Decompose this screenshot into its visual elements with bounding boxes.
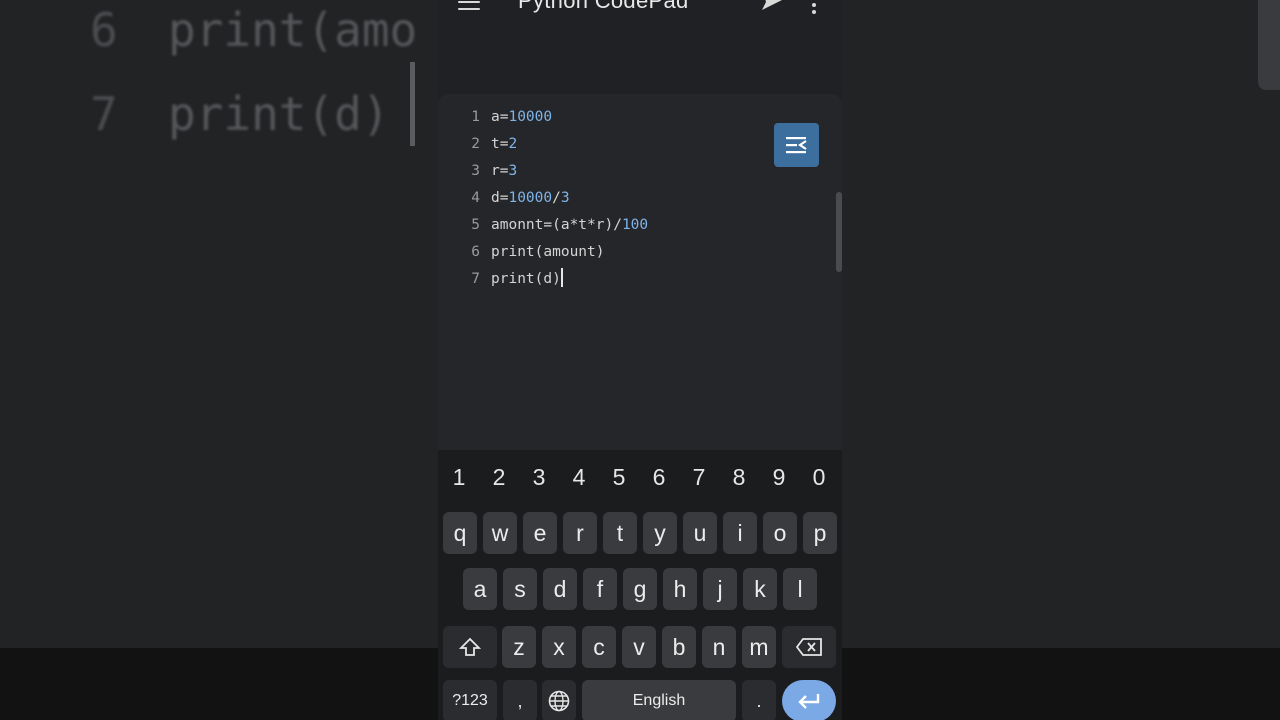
key-l[interactable]: l: [783, 568, 817, 610]
key-e[interactable]: e: [523, 512, 557, 554]
number-key-6[interactable]: 6: [639, 456, 679, 498]
line-number: 1: [471, 109, 480, 125]
background-line-number: 6: [90, 3, 118, 57]
line-number: 2: [471, 136, 480, 152]
line-number: 3: [471, 163, 480, 179]
code-token: print(amount): [491, 244, 605, 260]
code-token: /: [552, 190, 561, 206]
code-number-token: 10000: [508, 190, 553, 206]
key-b[interactable]: b: [662, 626, 696, 668]
line-number: 7: [471, 271, 480, 287]
code-line[interactable]: 5 amonnt=(a*t*r)/100: [438, 212, 648, 239]
code-token: d=: [491, 190, 509, 206]
number-key-4[interactable]: 4: [559, 456, 599, 498]
code-token: a=: [491, 109, 509, 125]
code-line[interactable]: 2 t=2: [438, 131, 517, 158]
space-key[interactable]: English: [582, 680, 736, 720]
code-token: t=: [491, 136, 509, 152]
key-w[interactable]: w: [483, 512, 517, 554]
globe-key[interactable]: [542, 680, 576, 720]
background-line-code: print(d): [168, 87, 390, 141]
number-key-5[interactable]: 5: [599, 456, 639, 498]
code-line[interactable]: 7 print(d): [438, 266, 563, 293]
more-options-icon[interactable]: [812, 0, 818, 14]
number-key-2[interactable]: 2: [479, 456, 519, 498]
key-x[interactable]: x: [542, 626, 576, 668]
key-h[interactable]: h: [663, 568, 697, 610]
background-line-code: print(amo: [168, 3, 418, 57]
code-number-token: 3: [508, 163, 518, 179]
number-row: 1234567890: [438, 456, 842, 498]
key-f[interactable]: f: [583, 568, 617, 610]
key-i[interactable]: i: [723, 512, 757, 554]
key-v[interactable]: v: [622, 626, 656, 668]
code-line[interactable]: 1 a=10000: [438, 104, 552, 131]
background-code-line: 6 print(amo: [90, 0, 417, 72]
number-key-8[interactable]: 8: [719, 456, 759, 498]
code-editor[interactable]: 1 a=10000 2 t=2 3 r=3 4 d=10000/3 5 amonnt=(a*t*r…: [438, 94, 842, 450]
code-token: amonnt=(a*t*r)/: [491, 217, 622, 233]
key-c[interactable]: c: [582, 626, 616, 668]
format-button[interactable]: [774, 123, 819, 167]
code-number-token: 3: [560, 190, 570, 206]
menu-icon[interactable]: [458, 0, 480, 10]
period-key[interactable]: .: [742, 680, 776, 720]
number-key-9[interactable]: 9: [759, 456, 799, 498]
line-number: 4: [471, 190, 480, 206]
key-u[interactable]: u: [683, 512, 717, 554]
app-bar: Python CodePad: [438, 0, 842, 94]
key-j[interactable]: j: [703, 568, 737, 610]
backspace-icon: [795, 638, 822, 656]
key-d[interactable]: d: [543, 568, 577, 610]
code-token: r=: [491, 163, 509, 179]
shift-icon: [458, 637, 482, 656]
code-number-token: 2: [508, 136, 518, 152]
key-o[interactable]: o: [763, 512, 797, 554]
key-s[interactable]: s: [503, 568, 537, 610]
backspace-key[interactable]: [782, 626, 836, 668]
code-line[interactable]: 4 d=10000/3: [438, 185, 570, 212]
number-key-0[interactable]: 0: [799, 456, 839, 498]
background-caret: [410, 62, 415, 146]
key-a[interactable]: a: [463, 568, 497, 610]
number-key-7[interactable]: 7: [679, 456, 719, 498]
enter-icon: [798, 694, 820, 709]
key-y[interactable]: y: [643, 512, 677, 554]
key-n[interactable]: n: [702, 626, 736, 668]
background-line-number: 7: [90, 87, 118, 141]
format-lines-icon: [786, 137, 807, 154]
comma-key[interactable]: ,: [503, 680, 537, 720]
phone-screen: Python CodePad 1 a=10000 2 t=2 3 r=3 4 d=10000/…: [438, 0, 842, 720]
key-p[interactable]: p: [803, 512, 837, 554]
key-q[interactable]: q: [443, 512, 477, 554]
key-z[interactable]: z: [502, 626, 536, 668]
run-send-icon[interactable]: [762, 0, 786, 10]
text-caret: [560, 268, 563, 287]
key-g[interactable]: g: [623, 568, 657, 610]
key-k[interactable]: k: [743, 568, 777, 610]
symbols-key[interactable]: ?123: [443, 680, 497, 720]
key-r[interactable]: r: [563, 512, 597, 554]
line-number: 5: [471, 217, 480, 233]
number-key-1[interactable]: 1: [439, 456, 479, 498]
code-token: print(d): [491, 271, 561, 287]
app-title: Python CodePad: [518, 0, 689, 13]
editor-scrollbar[interactable]: [836, 192, 842, 272]
key-t[interactable]: t: [603, 512, 637, 554]
globe-icon: [548, 690, 570, 712]
code-number-token: 10000: [508, 109, 553, 125]
enter-key[interactable]: [782, 680, 836, 720]
shift-key[interactable]: [443, 626, 497, 668]
background-scroll-edge: [1258, 0, 1280, 90]
soft-keyboard: 1234567890 qwertyuiop asdfghjkl zxcvbnm …: [438, 450, 842, 720]
line-number: 6: [471, 244, 480, 260]
code-line[interactable]: 6 print(amount): [438, 239, 605, 266]
number-key-3[interactable]: 3: [519, 456, 559, 498]
background-code-line: 7 print(d): [90, 72, 417, 156]
code-number-token: 100: [621, 217, 649, 233]
key-m[interactable]: m: [742, 626, 776, 668]
background-code: 6 print(amo 7 print(d): [90, 0, 417, 156]
code-line[interactable]: 3 r=3: [438, 158, 517, 185]
